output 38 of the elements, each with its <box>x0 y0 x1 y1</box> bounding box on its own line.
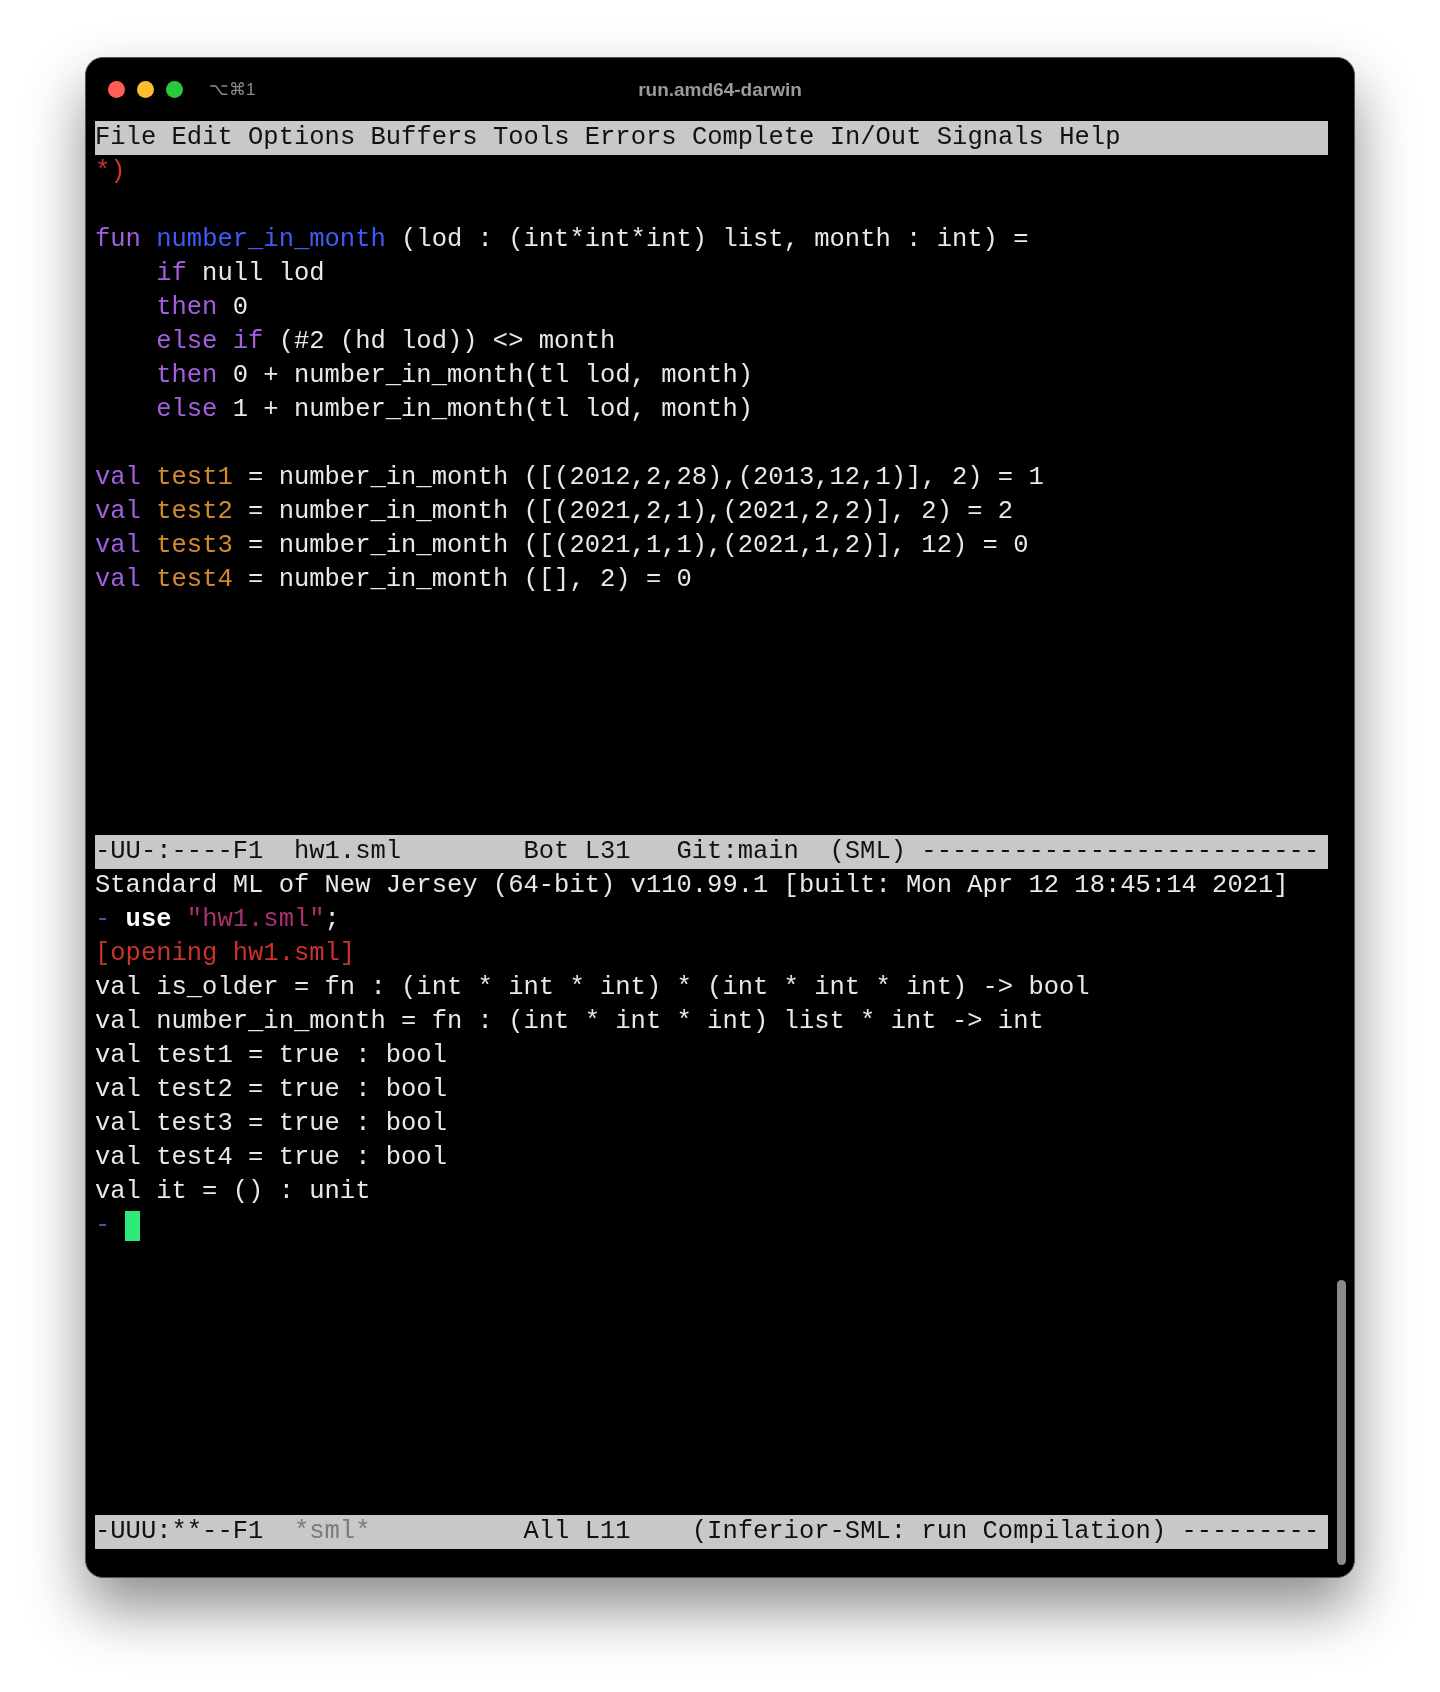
code-line: fun number_in_month (lod : (int*int*int) list, month : int) = <box>95 224 1029 256</box>
code-line: val test1 = true : bool <box>95 1040 447 1072</box>
menu-item[interactable]: File <box>95 121 157 155</box>
code-line: if null lod <box>155 258 325 290</box>
shortcut-label: ⌥⌘1 <box>209 78 256 101</box>
menu-item[interactable]: In/Out <box>829 121 922 155</box>
window-title: run.amd64-darwin <box>638 78 802 102</box>
code-line: val it = () : unit <box>95 1176 371 1208</box>
code-line: else 1 + number_in_month(tl lod, month) <box>155 394 753 426</box>
code-line: then 0 + number_in_month(tl lod, month) <box>155 360 753 392</box>
code-line: val test2 = true : bool <box>95 1074 447 1106</box>
menu-item[interactable]: Options <box>248 121 356 155</box>
menu-item[interactable]: Buffers <box>370 121 478 155</box>
code-line: val test1 = number_in_month ([(2012,2,28),(2013,12,1)], 2) = 1 <box>95 462 1044 494</box>
close-button[interactable] <box>108 81 125 98</box>
menu-item[interactable]: Errors <box>584 121 677 155</box>
scrollbar-thumb[interactable] <box>1337 1280 1346 1565</box>
code-line: then 0 <box>155 292 249 324</box>
code-line: *) <box>95 156 126 188</box>
menu-item[interactable]: Help <box>1059 121 1121 155</box>
menu-item[interactable]: Edit <box>171 121 233 155</box>
code-line: Standard ML of New Jersey (64-bit) v110.99.1 [built: Mon Apr 12 18:45:14 2021] <box>95 870 1289 902</box>
prompt-text: - <box>95 1210 111 1242</box>
code-line: - use "hw1.sml"; <box>95 904 340 936</box>
code-line: val number_in_month = fn : (int * int * int) list * int -> int <box>95 1006 1044 1038</box>
code-line: [opening hw1.sml] <box>95 938 356 970</box>
code-line: val test2 = number_in_month ([(2021,2,1),(2021,2,2)], 2) = 2 <box>95 496 1014 528</box>
menu-item[interactable]: Tools <box>492 121 570 155</box>
zoom-button[interactable] <box>166 81 183 98</box>
code-line: val test4 = number_in_month ([], 2) = 0 <box>95 564 692 596</box>
code-line: val is_older = fn : (int * int * int) * (int * int * int) -> bool <box>95 972 1090 1004</box>
menu-item[interactable]: Complete <box>691 121 815 155</box>
minimize-button[interactable] <box>137 81 154 98</box>
menu-item[interactable]: Signals <box>936 121 1044 155</box>
code-line: val test4 = true : bool <box>95 1142 447 1174</box>
code-line: val test3 = number_in_month ([(2021,1,1),(2021,1,2)], 12) = 0 <box>95 530 1029 562</box>
code-line: val test3 = true : bool <box>95 1108 447 1140</box>
code-line: else if (#2 (hd lod)) <> month <box>155 326 616 358</box>
